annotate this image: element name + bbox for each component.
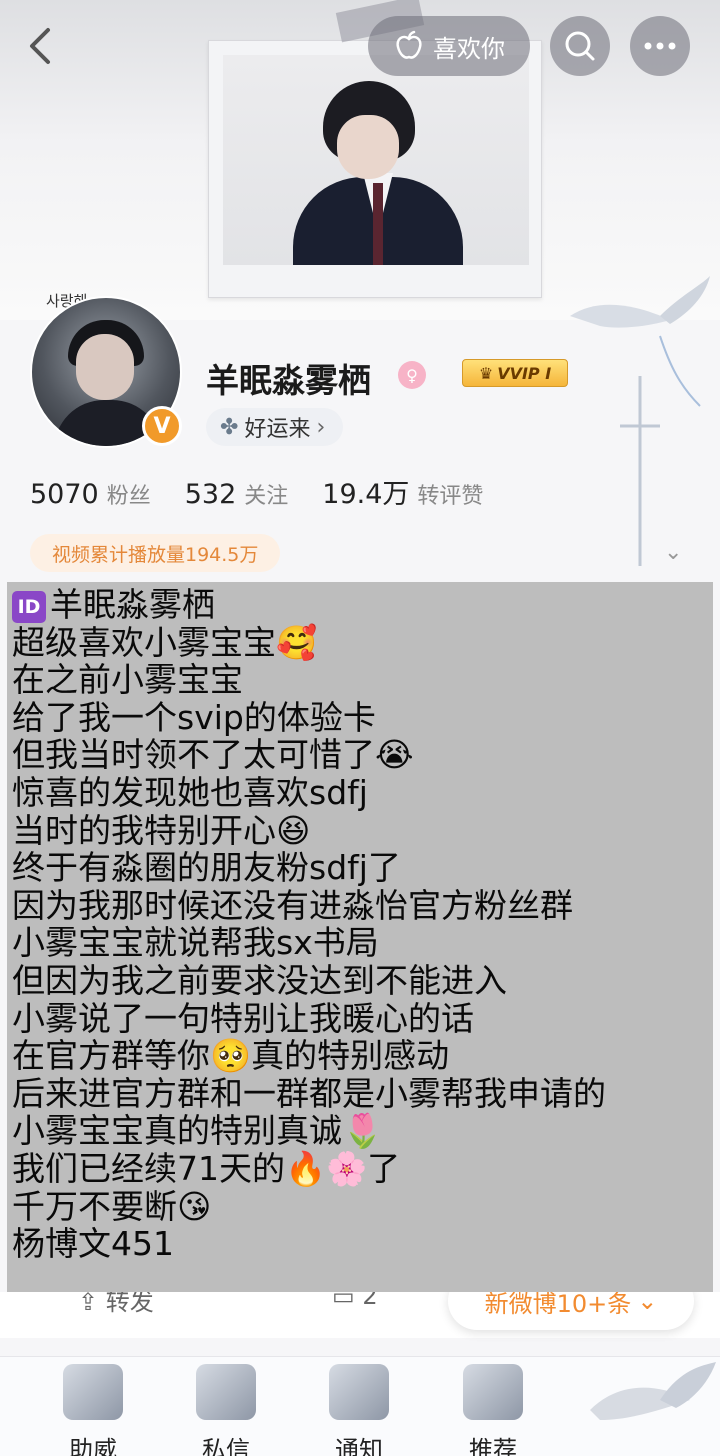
luck-tag[interactable]: ✤ 好运来 › xyxy=(206,408,344,446)
post-line: 终于有淼圈的朋友粉sdfj了 xyxy=(12,848,401,888)
tab-notifications[interactable]: 通知 xyxy=(304,1360,414,1456)
post-line: 我们已经续71天的🔥🌸了 xyxy=(12,1148,401,1188)
id-badge-icon: ID xyxy=(12,590,46,623)
stat-label: 粉丝 xyxy=(106,484,151,509)
vip-badge[interactable]: ♛ VVIP I xyxy=(462,359,568,387)
female-icon: ♀ xyxy=(398,361,426,389)
more-dots-icon xyxy=(644,42,676,50)
wing-icon xyxy=(196,1364,256,1420)
post-line: 后来进官方群和一群都是小雾帮我申请的 xyxy=(12,1073,606,1113)
tab-recommend[interactable]: 推荐 xyxy=(438,1360,548,1456)
verified-badge: V xyxy=(142,406,182,446)
search-button[interactable] xyxy=(550,16,610,76)
angel-wing-decoration xyxy=(570,276,710,566)
post-line: 但我当时领不了太可惜了😭 xyxy=(12,735,414,775)
post-line: 超级喜欢小雾宝宝🥰 xyxy=(12,622,318,662)
stat-value: 5070 xyxy=(30,479,99,510)
repost-icon: ⇪ xyxy=(78,1288,106,1316)
chevron-right-icon: › xyxy=(316,414,326,440)
luck-tag-label: 好运来 xyxy=(244,417,311,442)
apple-outline-icon xyxy=(396,30,422,59)
tab-label: 私信 xyxy=(202,1436,250,1456)
dove-decoration xyxy=(590,1362,716,1420)
post-text: ID 羊眠淼雾栖 超级喜欢小雾宝宝🥰 在之前小雾宝宝 给了我一个svip的体验卡 … xyxy=(12,586,606,1263)
stat-following[interactable]: 532 关注 xyxy=(185,478,289,510)
crown-icon: ♛ xyxy=(478,363,494,383)
tab-label: 通知 xyxy=(335,1436,383,1456)
profile-stats: 5070 粉丝 532 关注 19.4万 转评赞 xyxy=(30,472,483,511)
chevron-down-icon[interactable]: ⌄ xyxy=(664,540,682,565)
post-line: 杨博文451 xyxy=(12,1224,174,1264)
tab-label: 助威 xyxy=(69,1436,117,1456)
post-line: 在官方群等你🥺真的特别感动 xyxy=(12,1036,450,1076)
post-line: 小雾说了一句特别让我暖心的话 xyxy=(12,998,474,1038)
more-button[interactable] xyxy=(630,16,690,76)
stat-value: 532 xyxy=(184,479,237,510)
post-line: ID 羊眠淼雾栖 xyxy=(12,586,606,624)
stat-label: 关注 xyxy=(244,484,289,509)
chevron-left-icon xyxy=(30,28,50,64)
post-line: 但因为我之前要求没达到不能进入 xyxy=(12,960,507,1000)
vip-label: VVIP I xyxy=(497,363,552,383)
banner-photo xyxy=(208,40,542,298)
post-line: 在之前小雾宝宝 xyxy=(12,660,243,700)
cross-icon xyxy=(63,1364,123,1420)
video-play-count-tag[interactable]: 视频累计播放量194.5万 xyxy=(30,534,281,572)
repost-label: 转发 xyxy=(105,1288,154,1316)
tab-label: 推荐 xyxy=(469,1436,517,1456)
stat-fans[interactable]: 5070 粉丝 xyxy=(30,478,151,510)
book-icon xyxy=(463,1364,523,1420)
username: 羊眠淼雾栖 xyxy=(206,361,371,400)
stat-label: 转评赞 xyxy=(417,484,484,509)
stat-value: 19.4万 xyxy=(322,479,410,510)
back-button[interactable] xyxy=(22,24,62,68)
post-line: 因为我那时候还没有进淼怡官方粉丝群 xyxy=(12,885,573,925)
rose-icon xyxy=(329,1364,389,1420)
clover-icon: ✤ xyxy=(220,414,239,440)
like-label: 喜欢你 xyxy=(433,34,505,63)
post-line: 小雾宝宝真的特别真诚🌷 xyxy=(12,1111,384,1151)
post-line: 小雾宝宝就说帮我sx书局 xyxy=(12,923,379,963)
post-line: 惊喜的发现她也喜欢sdfj xyxy=(12,772,368,812)
search-icon xyxy=(565,31,595,61)
post-line: 给了我一个svip的体验卡 xyxy=(12,697,376,737)
tab-messages[interactable]: 私信 xyxy=(171,1360,281,1456)
post-line: 千万不要断😘 xyxy=(12,1186,212,1226)
post-line: 当时的我特别开心😆 xyxy=(12,810,311,850)
stat-interactions[interactable]: 19.4万 转评赞 xyxy=(322,472,483,511)
like-button[interactable]: 喜欢你 xyxy=(368,16,530,76)
tab-cheer[interactable]: 助威 xyxy=(38,1360,148,1456)
